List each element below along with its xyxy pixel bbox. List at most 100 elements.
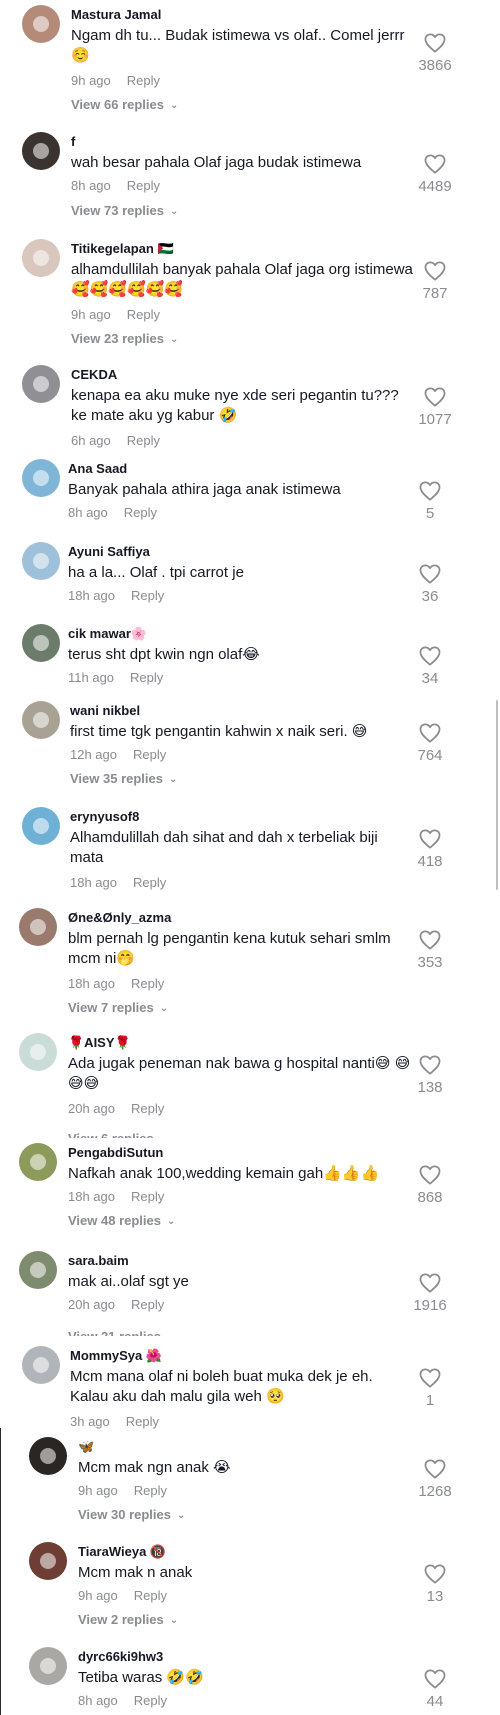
comment-username[interactable]: 🌹AISY🌹 xyxy=(68,1035,131,1051)
reply-button[interactable]: Reply xyxy=(126,1414,159,1429)
like-button[interactable]: 353 xyxy=(400,930,460,971)
view-replies-label: View 35 replies xyxy=(70,771,163,786)
reply-button[interactable]: Reply xyxy=(124,505,157,520)
user-avatar[interactable] xyxy=(19,1251,57,1289)
avatar-face xyxy=(40,1448,56,1464)
comment-username[interactable]: f xyxy=(71,134,75,149)
user-avatar[interactable] xyxy=(22,542,60,580)
user-avatar[interactable] xyxy=(22,807,60,845)
user-avatar[interactable] xyxy=(22,365,60,403)
like-button[interactable]: 418 xyxy=(400,829,460,870)
like-button[interactable]: 36 xyxy=(400,564,460,605)
view-replies-button[interactable]: View 48 replies ⌄ xyxy=(68,1213,175,1228)
like-button[interactable]: 44 xyxy=(405,1669,465,1710)
comment-username[interactable]: dyrc66ki9hw3 xyxy=(78,1649,163,1664)
user-avatar[interactable] xyxy=(29,1542,67,1580)
user-avatar[interactable] xyxy=(29,1647,67,1685)
reply-button[interactable]: Reply xyxy=(131,1297,164,1312)
like-button[interactable]: 4489 xyxy=(405,154,465,195)
comment-timestamp: 9h ago xyxy=(71,73,111,88)
user-avatar[interactable] xyxy=(22,132,60,170)
like-button[interactable]: 5 xyxy=(400,481,460,522)
heart-icon xyxy=(419,829,441,849)
view-replies-button[interactable]: View 30 replies ⌄ xyxy=(78,1507,185,1522)
reply-button[interactable]: Reply xyxy=(131,976,164,991)
user-avatar[interactable] xyxy=(22,1346,60,1384)
user-avatar[interactable] xyxy=(19,1143,57,1181)
comment-username[interactable]: TiaraWieya 🔞 xyxy=(78,1544,166,1560)
like-button[interactable]: 13 xyxy=(405,1564,465,1605)
user-avatar[interactable] xyxy=(22,5,60,43)
comment-meta: 18h ago Reply xyxy=(68,1189,164,1204)
comment-username[interactable]: erynyusof8 xyxy=(70,809,139,824)
reply-button[interactable]: Reply xyxy=(133,747,166,762)
comment-meta: 9h ago Reply xyxy=(71,307,160,322)
view-replies-button[interactable]: View 73 replies ⌄ xyxy=(71,203,178,218)
reply-button[interactable]: Reply xyxy=(130,670,163,685)
avatar-face xyxy=(30,919,46,935)
comment-username[interactable]: Titikegelapan 🇵🇸 xyxy=(71,241,174,257)
like-button[interactable]: 787 xyxy=(405,261,465,302)
chevron-down-icon: ⌄ xyxy=(170,100,179,111)
heart-icon xyxy=(419,930,441,950)
scrollbar[interactable] xyxy=(496,700,498,890)
like-count: 4489 xyxy=(418,178,452,195)
comment-username[interactable]: Ayuni Saffiya xyxy=(68,544,150,559)
like-button[interactable]: 1077 xyxy=(405,387,465,428)
comment-username[interactable]: CEKDA xyxy=(71,367,117,382)
comment-username[interactable]: Øne&Ønly_azma xyxy=(68,910,171,925)
reply-button[interactable]: Reply xyxy=(127,433,160,448)
reply-button[interactable]: Reply xyxy=(127,178,160,193)
like-button[interactable]: 34 xyxy=(400,646,460,687)
like-button[interactable]: 1268 xyxy=(405,1459,465,1500)
view-replies-button[interactable]: View 6 replies xyxy=(68,1131,154,1138)
user-avatar[interactable] xyxy=(22,624,60,662)
like-button[interactable]: 1916 xyxy=(400,1273,460,1314)
view-replies-label: View 30 replies xyxy=(78,1507,171,1522)
comment-meta: 8h ago Reply xyxy=(71,178,160,193)
user-avatar[interactable] xyxy=(19,1033,57,1071)
reply-button[interactable]: Reply xyxy=(134,1483,167,1498)
comment-username[interactable]: sara.baim xyxy=(68,1253,129,1268)
comment-username[interactable]: cik mawar🌸 xyxy=(68,626,147,642)
view-replies-button[interactable]: View 21 replies xyxy=(68,1329,161,1336)
view-replies-button[interactable]: View 2 replies ⌄ xyxy=(78,1612,178,1627)
user-avatar[interactable] xyxy=(29,1437,67,1475)
like-button[interactable]: 3866 xyxy=(405,33,465,74)
user-avatar[interactable] xyxy=(22,701,60,739)
comment-meta: 9h ago Reply xyxy=(78,1588,167,1603)
heart-icon xyxy=(419,1273,441,1293)
reply-button[interactable]: Reply xyxy=(134,1588,167,1603)
view-replies-label: View 2 replies xyxy=(78,1612,164,1627)
reply-button[interactable]: Reply xyxy=(131,588,164,603)
comment-username[interactable]: Mastura Jamal xyxy=(71,7,161,22)
comment-username[interactable]: 🦋 xyxy=(78,1439,94,1455)
reply-button[interactable]: Reply xyxy=(127,307,160,322)
like-button[interactable]: 764 xyxy=(400,723,460,764)
reply-button[interactable]: Reply xyxy=(134,1693,167,1708)
comment-username[interactable]: Ana Saad xyxy=(68,461,127,476)
comment-timestamp: 8h ago xyxy=(68,505,108,520)
like-count: 138 xyxy=(417,1079,443,1096)
chevron-down-icon: ⌄ xyxy=(159,1003,169,1014)
comment-username[interactable]: PengabdiSutun xyxy=(68,1145,163,1160)
view-replies-button[interactable]: View 35 replies ⌄ xyxy=(70,771,177,786)
reply-button[interactable]: Reply xyxy=(133,875,166,890)
comment-text: Ada jugak peneman nak bawa g hospital na… xyxy=(68,1055,411,1092)
comment-username[interactable]: MommySya 🌺 xyxy=(70,1348,162,1364)
avatar-face xyxy=(33,1357,49,1373)
like-button[interactable]: 138 xyxy=(400,1055,460,1096)
reply-button[interactable]: Reply xyxy=(127,73,160,88)
reply-button[interactable]: Reply xyxy=(131,1189,164,1204)
user-avatar[interactable] xyxy=(19,908,57,946)
like-button[interactable]: 1 xyxy=(400,1368,460,1409)
view-replies-button[interactable]: View 66 replies ⌄ xyxy=(71,97,178,112)
comment-username[interactable]: wani nikbel xyxy=(70,703,140,718)
user-avatar[interactable] xyxy=(22,239,60,277)
reply-button[interactable]: Reply xyxy=(131,1101,164,1116)
heart-icon xyxy=(424,33,446,53)
view-replies-button[interactable]: View 7 replies ⌄ xyxy=(68,1000,168,1015)
view-replies-button[interactable]: View 23 replies ⌄ xyxy=(71,331,178,346)
user-avatar[interactable] xyxy=(22,459,60,497)
like-button[interactable]: 868 xyxy=(400,1165,460,1206)
